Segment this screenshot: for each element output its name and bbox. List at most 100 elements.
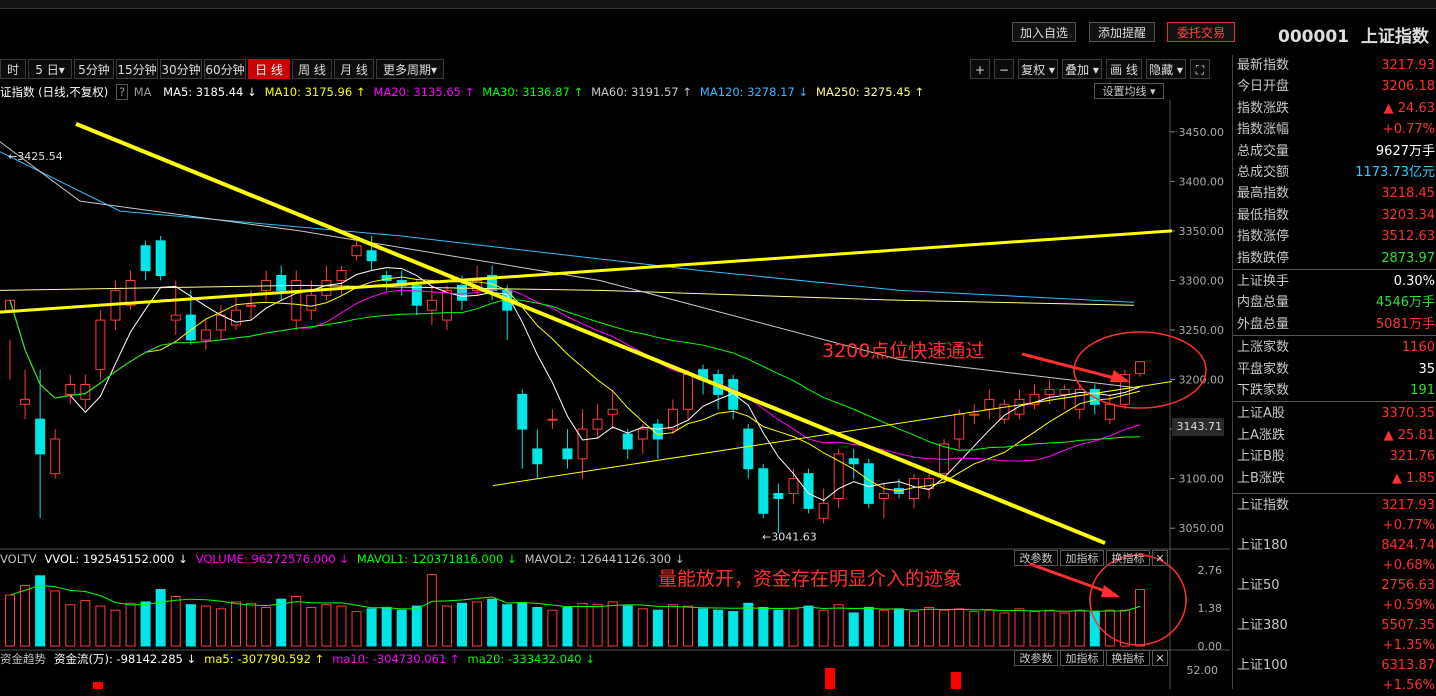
tool-button[interactable]: ⛶ xyxy=(1190,59,1210,79)
period-tab[interactable]: 5分钟 xyxy=(74,59,114,79)
period-tab[interactable]: 5 日▾ xyxy=(28,59,72,79)
divider xyxy=(1233,269,1436,270)
candle xyxy=(155,235,166,281)
tool-button[interactable]: 画 线 xyxy=(1106,59,1142,79)
indicator-button[interactable]: 换指标 xyxy=(1106,650,1150,666)
volume-bar xyxy=(110,609,121,647)
indicator-button[interactable]: 改参数 xyxy=(1014,650,1058,666)
quote-label: 指数涨跌 xyxy=(1237,100,1290,116)
volume-bar xyxy=(592,604,603,647)
quote-value: 191 xyxy=(1410,383,1435,398)
quote-label: 总成交量 xyxy=(1237,143,1290,159)
candle xyxy=(547,409,558,430)
flow-value: ma5: -307790.592 ↑ xyxy=(204,652,325,666)
volume-bar xyxy=(547,609,558,647)
divider xyxy=(1233,493,1436,494)
period-tab[interactable]: 更多周期▾ xyxy=(376,59,444,79)
candle xyxy=(713,369,724,410)
stock-code: 000001 xyxy=(1278,27,1349,47)
ma-value: MA30: 3136.87 ↑ xyxy=(482,85,584,99)
candle xyxy=(231,295,241,330)
volume-bar xyxy=(200,605,211,647)
volume-bar xyxy=(924,606,935,647)
tool-button[interactable]: 叠加 ▾ xyxy=(1062,59,1102,79)
quote-label: 今日开盘 xyxy=(1237,79,1290,95)
candle xyxy=(261,270,272,301)
volume-bar xyxy=(5,594,15,647)
indicator-button[interactable]: 加指标 xyxy=(1060,550,1104,566)
indicator-button[interactable]: ✕ xyxy=(1152,650,1168,666)
period-tab[interactable]: 日 线 xyxy=(248,59,290,79)
volume-bar xyxy=(818,609,829,647)
volume-bar xyxy=(969,611,980,647)
candle xyxy=(411,280,422,316)
quote-row: 上证A股 3370.35 xyxy=(1237,403,1435,424)
period-tab[interactable]: 60分钟 xyxy=(204,59,246,79)
volume-value: VOLTV xyxy=(0,552,37,566)
index-value: 6313.87 xyxy=(1381,658,1435,673)
candle xyxy=(200,320,211,350)
quote-value: 3512.63 xyxy=(1381,229,1435,245)
top-navigation-strip xyxy=(0,0,1436,9)
candle xyxy=(1029,384,1040,410)
volume-bar xyxy=(246,602,257,647)
indicator-button[interactable]: 改参数 xyxy=(1014,550,1058,566)
quote-value: +0.77% xyxy=(1382,122,1435,138)
quote-label: 指数涨停 xyxy=(1237,229,1290,245)
index-value: 3217.93 xyxy=(1381,498,1435,513)
period-tab[interactable]: 30分钟 xyxy=(160,59,202,79)
add-alert-button[interactable]: 添加提醒 xyxy=(1089,22,1155,42)
chart-title: 证指数 (日线,不复权) xyxy=(0,85,109,99)
quote-value: 35 xyxy=(1418,361,1435,377)
indicator-button[interactable]: 换指标 xyxy=(1106,550,1150,566)
flow-legend: 资金趋势 资金流(万): -98142.285 ↓ ma5: -307790.592… xyxy=(0,651,603,667)
help-icon[interactable]: ? xyxy=(115,84,129,100)
volume-bar xyxy=(622,605,633,647)
volume-bar xyxy=(321,604,332,647)
period-tab[interactable]: 15分钟 xyxy=(116,59,158,79)
indicator-button[interactable]: 加指标 xyxy=(1060,650,1104,666)
ma-value: MA5: 3185.44 ↓ xyxy=(163,85,257,99)
add-watchlist-button[interactable]: 加入自选 xyxy=(1012,22,1076,42)
quote-row: 指数涨跌 ▲ 24.63 xyxy=(1237,98,1435,119)
quote-value: 3370.35 xyxy=(1381,406,1435,422)
flow-value: 资金趋势 xyxy=(0,652,46,666)
period-tab[interactable]: 时 xyxy=(0,59,26,79)
volume-bar xyxy=(20,584,31,647)
volume-bar xyxy=(336,605,347,647)
index-value: 5507.35 xyxy=(1381,618,1435,633)
volume-bar xyxy=(773,609,784,647)
ma-settings-button[interactable]: 设置均线 ▾ xyxy=(1094,83,1164,99)
candle xyxy=(909,473,919,509)
volume-bar xyxy=(1104,609,1115,647)
index-change: +0.68% xyxy=(1382,558,1435,573)
tool-button[interactable]: 隐藏 ▾ xyxy=(1146,59,1186,79)
flow-bar xyxy=(93,682,103,689)
ma-items: MA5: 3185.44 ↓ MA10: 3175.96 ↑ MA20: 3135.… xyxy=(155,85,924,99)
volume-bar xyxy=(80,600,91,647)
trade-button[interactable]: 委托交易 xyxy=(1167,22,1235,42)
trendline-up xyxy=(0,229,1173,314)
index-label: 上证380 xyxy=(1237,618,1288,633)
tool-button[interactable]: − xyxy=(994,59,1014,79)
quote-label: 上B涨跌 xyxy=(1237,470,1285,486)
volume-value: VOLUME: 96272576.000 ↓ xyxy=(195,552,349,566)
volume-bar xyxy=(411,605,422,647)
quote-value: 3203.34 xyxy=(1381,207,1435,223)
quote-label: 上证A股 xyxy=(1237,406,1285,422)
volume-legend: VOLTV VVOL: 192545152.000 ↓ VOLUME: 962725… xyxy=(0,551,692,567)
candle xyxy=(667,399,678,435)
volume-bar xyxy=(65,604,76,647)
tool-button[interactable]: 复权 ▾ xyxy=(1018,59,1058,79)
indicator-button[interactable]: ✕ xyxy=(1152,550,1168,566)
flow-bar xyxy=(825,668,835,689)
y-tick-label: 3450.00 xyxy=(1179,126,1225,139)
period-tab[interactable]: 周 线 xyxy=(292,59,332,79)
volume-bar xyxy=(893,608,904,647)
period-tab[interactable]: 月 线 xyxy=(334,59,374,79)
volume-bar xyxy=(788,608,799,647)
quote-value: 9627万手 xyxy=(1375,143,1435,159)
volume-bar xyxy=(1135,589,1145,647)
tool-button[interactable]: + xyxy=(970,59,990,79)
candle xyxy=(291,270,302,330)
